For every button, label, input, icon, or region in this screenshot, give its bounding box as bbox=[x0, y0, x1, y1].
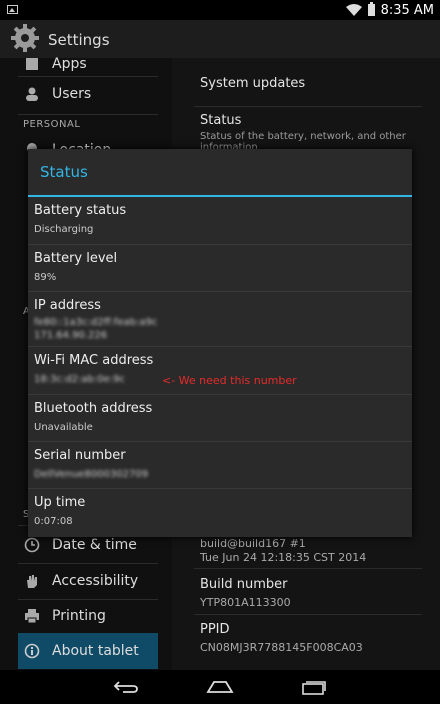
row-value: fe80::1a3c:d2ff:feab:a9c bbox=[34, 317, 158, 328]
ppid-label[interactable]: PPID bbox=[200, 622, 230, 637]
sidebar-item-users[interactable]: Users bbox=[18, 76, 158, 112]
sidebar-item-label: Date & time bbox=[52, 537, 137, 553]
ppid-value: CN08MJ3R7788145F008CA03 bbox=[200, 641, 363, 654]
sidebar-item-printing[interactable]: Printing bbox=[18, 598, 158, 634]
sidebar-item-about-tablet[interactable]: About tablet bbox=[18, 633, 158, 669]
row-label: Wi-Fi MAC address bbox=[34, 353, 154, 368]
apps-icon bbox=[24, 56, 40, 72]
clock-icon bbox=[24, 537, 40, 553]
row-label: Battery status bbox=[34, 203, 127, 218]
annotation-text: <- We need this number bbox=[162, 374, 297, 387]
row-label: Bluetooth address bbox=[34, 401, 153, 416]
row-label: Up time bbox=[34, 495, 86, 510]
section-header-personal: PERSONAL bbox=[23, 119, 81, 130]
status-bar: 8:35 AM bbox=[0, 0, 440, 20]
hand-icon bbox=[24, 573, 40, 589]
divider bbox=[194, 568, 422, 569]
dialog-title: Status bbox=[40, 163, 88, 181]
divider bbox=[18, 114, 158, 115]
sidebar-item-label: About tablet bbox=[52, 643, 139, 659]
row-value-secondary: 171.64.90.226 bbox=[34, 330, 108, 341]
sidebar-item-label: Printing bbox=[52, 608, 106, 624]
kernel-version-value: build@build167 #1 bbox=[200, 537, 306, 550]
wifi-mac-address-row[interactable]: Wi-Fi MAC address 18:3c:d2:ab:0e:9c <- W… bbox=[28, 347, 412, 395]
wifi-icon bbox=[345, 4, 362, 16]
row-label: IP address bbox=[34, 298, 101, 313]
recents-button[interactable] bbox=[294, 676, 334, 698]
image-icon bbox=[7, 5, 18, 14]
serial-number-row[interactable]: Serial number DellVenue8000302709 bbox=[28, 442, 412, 489]
battery-icon bbox=[367, 2, 375, 16]
divider bbox=[194, 106, 422, 107]
build-number-value: YTP801A113300 bbox=[200, 596, 291, 609]
clock-text: 8:35 AM bbox=[380, 2, 434, 18]
status-dialog: Status Battery status Discharging Batter… bbox=[28, 149, 412, 537]
row-label: Serial number bbox=[34, 448, 126, 463]
sidebar-item-label: Accessibility bbox=[52, 573, 139, 589]
row-label: Battery level bbox=[34, 251, 118, 266]
navigation-bar bbox=[0, 670, 440, 704]
ip-address-row[interactable]: IP address fe80::1a3c:d2ff:feab:a9c 171.… bbox=[28, 292, 412, 347]
home-button[interactable] bbox=[200, 676, 240, 698]
up-time-row[interactable]: Up time 0:07:08 bbox=[28, 489, 412, 537]
row-value: DellVenue8000302709 bbox=[34, 469, 149, 480]
battery-level-row[interactable]: Battery level 89% bbox=[28, 245, 412, 292]
row-value: Unavailable bbox=[34, 422, 93, 433]
status-item[interactable]: Status bbox=[200, 113, 241, 128]
bluetooth-address-row[interactable]: Bluetooth address Unavailable bbox=[28, 395, 412, 442]
divider bbox=[194, 614, 422, 615]
kernel-date-value: Tue Jun 24 12:18:35 CST 2014 bbox=[200, 551, 367, 564]
row-value: 18:3c:d2:ab:0e:9c bbox=[34, 374, 125, 385]
back-button[interactable] bbox=[106, 676, 146, 698]
printer-icon bbox=[24, 608, 40, 624]
sidebar-item-label: Users bbox=[52, 86, 92, 102]
sidebar-item-label: Apps bbox=[52, 56, 87, 72]
row-value: 89% bbox=[34, 272, 57, 283]
back-icon bbox=[113, 681, 138, 693]
user-icon bbox=[24, 86, 40, 102]
row-value: 0:07:08 bbox=[34, 516, 73, 527]
home-icon bbox=[206, 681, 234, 693]
system-updates-item[interactable]: System updates bbox=[200, 76, 305, 91]
battery-status-row[interactable]: Battery status Discharging bbox=[28, 197, 412, 245]
row-value: Discharging bbox=[34, 224, 94, 235]
build-number-label[interactable]: Build number bbox=[200, 577, 288, 592]
status-icons: 8:35 AM bbox=[345, 2, 434, 18]
info-icon bbox=[24, 643, 40, 659]
sidebar-item-accessibility[interactable]: Accessibility bbox=[18, 563, 158, 599]
recents-icon bbox=[302, 681, 326, 695]
